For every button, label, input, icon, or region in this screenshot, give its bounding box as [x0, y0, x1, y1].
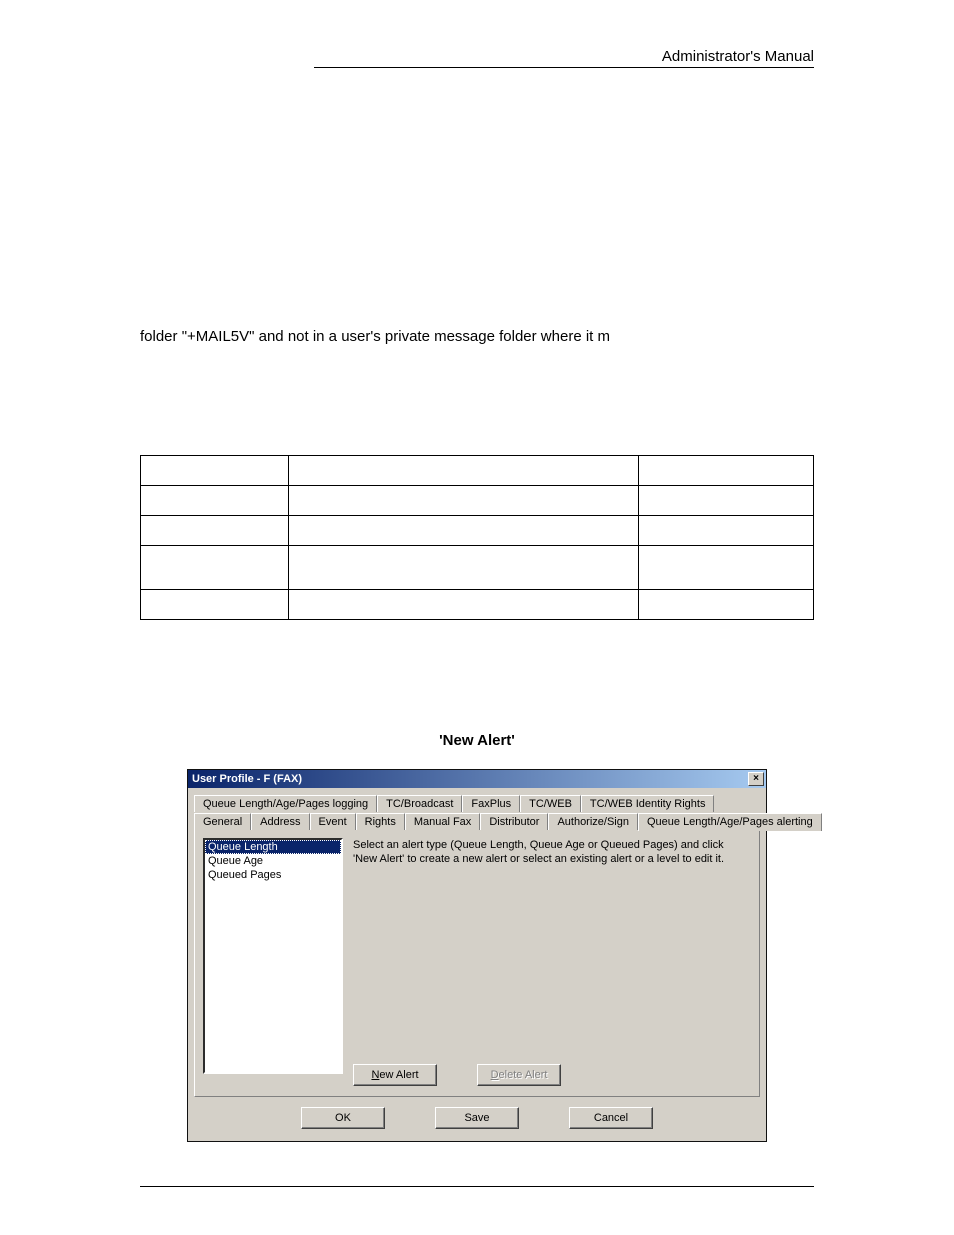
list-item[interactable]: Queue Age: [205, 854, 341, 868]
list-item[interactable]: Queue Length: [205, 840, 341, 854]
tab-distributor[interactable]: Distributor: [480, 813, 548, 830]
close-icon[interactable]: ×: [748, 772, 764, 786]
tab-tcweb[interactable]: TC/WEB: [520, 795, 581, 812]
dialog-titlebar[interactable]: User Profile - F (FAX) ×: [188, 770, 766, 788]
tab-event[interactable]: Event: [310, 813, 356, 830]
header-title: Administrator's Manual: [662, 48, 814, 65]
hint-text: Select an alert type (Queue Length, Queu…: [353, 838, 751, 866]
table-row: [141, 456, 814, 486]
tab-general[interactable]: General: [194, 813, 251, 830]
tab-row-lower: General Address Event Rights Manual Fax …: [194, 811, 760, 829]
panel-buttons: New Alert Delete Alert: [353, 1064, 751, 1086]
table-row: [141, 486, 814, 516]
tab-queue-alerting[interactable]: Queue Length/Age/Pages alerting: [638, 813, 822, 831]
user-profile-dialog: User Profile - F (FAX) × Queue Length/Ag…: [187, 769, 767, 1142]
alert-type-listbox[interactable]: Queue Length Queue Age Queued Pages: [203, 838, 343, 1074]
empty-table: [140, 455, 814, 620]
tab-faxplus[interactable]: FaxPlus: [462, 795, 520, 812]
dialog-footer: OK Save Cancel: [194, 1097, 760, 1141]
tab-authorize[interactable]: Authorize/Sign: [548, 813, 638, 830]
page-header: Administrator's Manual: [314, 48, 814, 68]
document-page: Administrator's Manual folder "+MAIL5V" …: [0, 0, 954, 1235]
ok-button[interactable]: OK: [301, 1107, 385, 1129]
table-row: [141, 546, 814, 590]
dialog-title: User Profile - F (FAX): [192, 773, 302, 785]
tab-queue-logging[interactable]: Queue Length/Age/Pages logging: [194, 795, 377, 812]
tab-panel: Queue Length Queue Age Queued Pages Sele…: [194, 829, 760, 1097]
tab-row-upper: Queue Length/Age/Pages logging TC/Broadc…: [194, 794, 760, 811]
tab-tc-broadcast[interactable]: TC/Broadcast: [377, 795, 462, 812]
save-button[interactable]: Save: [435, 1107, 519, 1129]
table-row: [141, 590, 814, 620]
list-item[interactable]: Queued Pages: [205, 868, 341, 882]
new-alert-button[interactable]: New Alert: [353, 1064, 437, 1086]
tab-manual-fax[interactable]: Manual Fax: [405, 813, 480, 830]
table-row: [141, 516, 814, 546]
page-footer-rule: [140, 1186, 814, 1187]
tab-tcweb-identity[interactable]: TC/WEB Identity Rights: [581, 795, 715, 812]
cancel-button[interactable]: Cancel: [569, 1107, 653, 1129]
dialog-body: Queue Length/Age/Pages logging TC/Broadc…: [188, 788, 766, 1141]
delete-alert-button[interactable]: Delete Alert: [477, 1064, 561, 1086]
figure-caption: 'New Alert': [140, 732, 814, 749]
body-text-fragment: folder "+MAIL5V" and not in a user's pri…: [140, 328, 814, 345]
tab-rights[interactable]: Rights: [356, 813, 405, 830]
tab-address[interactable]: Address: [251, 813, 309, 830]
panel-right: Select an alert type (Queue Length, Queu…: [353, 838, 751, 1088]
